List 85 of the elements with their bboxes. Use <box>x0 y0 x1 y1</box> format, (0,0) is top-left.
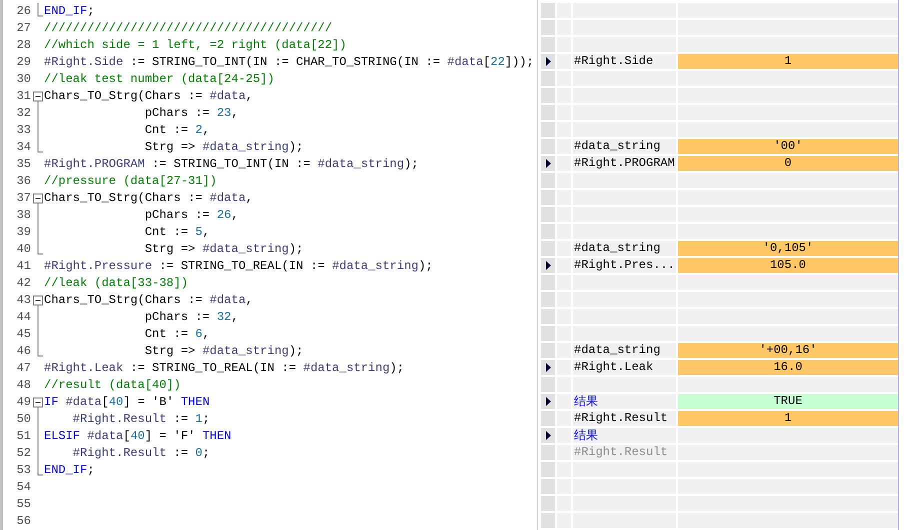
current-line-marker-icon <box>546 159 550 168</box>
code-line: pChars := 26, <box>144 207 238 224</box>
code-line: #Right.Side := STRING_TO_INT(IN := CHAR_TO_STRING(IN := #data[22])); <box>43 54 534 71</box>
current-line-marker-icon <box>546 397 550 406</box>
monitor-value: '0,105' <box>678 241 898 256</box>
code-line: //which side = 1 left, =2 right (data[22]) <box>43 37 346 54</box>
line-number: 52 <box>16 445 32 462</box>
code-line: #Right.PROGRAM := STRING_TO_INT(IN := #data_string); <box>43 156 418 173</box>
line-number: 26 <box>16 3 32 20</box>
variable-name: #Right.Side <box>573 54 654 69</box>
code-line: //////////////////////////////////////// <box>43 20 332 37</box>
code-line: Strg => #data_string); <box>144 241 304 258</box>
code-line: Cnt := 2, <box>144 122 210 139</box>
line-number: 48 <box>16 377 32 394</box>
line-number: 40 <box>16 241 32 258</box>
monitor-value: 1 <box>678 411 898 426</box>
line-number: 43 <box>16 292 32 309</box>
variable-name: #data_string <box>573 343 660 358</box>
line-number: 46 <box>16 343 32 360</box>
code-line: //pressure (data[27-31]) <box>43 173 217 190</box>
line-number: 56 <box>16 513 32 530</box>
code-line: pChars := 23, <box>144 105 238 122</box>
line-number: 55 <box>16 496 32 513</box>
variable-name: #data_string <box>573 139 660 154</box>
code-line: //leak test number (data[24-25]) <box>43 71 274 88</box>
line-number: 34 <box>16 139 32 156</box>
variable-name: #data_string <box>573 241 660 256</box>
code-line: Cnt := 5, <box>144 224 210 241</box>
current-line-marker-icon <box>546 261 550 270</box>
code-line: Chars_TO_Strg(Chars := #data, <box>43 190 253 207</box>
variable-name: #Right.Pres... <box>573 258 675 273</box>
code-line: #Right.Result := 1; <box>72 411 210 428</box>
monitor-value: 1 <box>678 54 898 69</box>
code-line: Strg => #data_string); <box>144 139 304 156</box>
current-line-marker-icon <box>546 363 550 372</box>
line-number: 45 <box>16 326 32 343</box>
monitor-value: '00' <box>678 139 898 154</box>
variable-name: 结果 <box>573 394 598 409</box>
line-number: 36 <box>16 173 32 190</box>
variable-name: #Right.PROGRAM <box>573 156 675 171</box>
line-number: 53 <box>16 462 32 479</box>
line-number: 44 <box>16 309 32 326</box>
current-line-marker-icon <box>546 431 550 440</box>
monitor-value: 16.0 <box>678 360 898 375</box>
code-line: END_IF; <box>43 462 94 479</box>
line-number: 31 <box>16 88 32 105</box>
variable-name: #Right.Result <box>573 445 668 460</box>
line-number: 39 <box>16 224 32 241</box>
line-number: 29 <box>16 54 32 71</box>
code-line: //leak (data[33-38]) <box>43 275 188 292</box>
monitor-value: 0 <box>678 156 898 171</box>
line-number: 41 <box>16 258 32 275</box>
line-number: 37 <box>16 190 32 207</box>
code-line: //result (data[40]) <box>43 377 181 394</box>
line-number: 28 <box>16 37 32 54</box>
code-line: Strg => #data_string); <box>144 343 304 360</box>
line-number: 47 <box>16 360 32 377</box>
code-line: #Right.Result := 0; <box>72 445 210 462</box>
code-line: pChars := 32, <box>144 309 238 326</box>
code-line: ELSIF #data[40] = 'F' THEN <box>43 428 232 445</box>
code-line: END_IF; <box>43 3 94 20</box>
variable-name: #Right.Leak <box>573 360 654 375</box>
line-number: 50 <box>16 411 32 428</box>
line-number: 30 <box>16 71 32 88</box>
line-number: 49 <box>16 394 32 411</box>
code-line: Chars_TO_Strg(Chars := #data, <box>43 292 253 309</box>
monitor-value: 105.0 <box>678 258 898 273</box>
code-line: #Right.Leak := STRING_TO_REAL(IN := #data_string); <box>43 360 404 377</box>
line-number: 32 <box>16 105 32 122</box>
variable-name: #Right.Result <box>573 411 668 426</box>
current-line-marker-icon <box>546 57 550 66</box>
line-number: 42 <box>16 275 32 292</box>
code-line: Cnt := 6, <box>144 326 210 343</box>
line-number: 38 <box>16 207 32 224</box>
variable-name: 结果 <box>573 428 598 443</box>
line-number: 51 <box>16 428 32 445</box>
monitor-value: '+00,16' <box>678 343 898 358</box>
line-number: 54 <box>16 479 32 496</box>
code-line: IF #data[40] = 'B' THEN <box>43 394 210 411</box>
monitor-value: TRUE <box>678 394 898 409</box>
line-number: 27 <box>16 20 32 37</box>
code-line: Chars_TO_Strg(Chars := #data, <box>43 88 253 105</box>
line-number: 35 <box>16 156 32 173</box>
line-number: 33 <box>16 122 32 139</box>
code-line: #Right.Pressure := STRING_TO_REAL(IN := #data_string); <box>43 258 433 275</box>
